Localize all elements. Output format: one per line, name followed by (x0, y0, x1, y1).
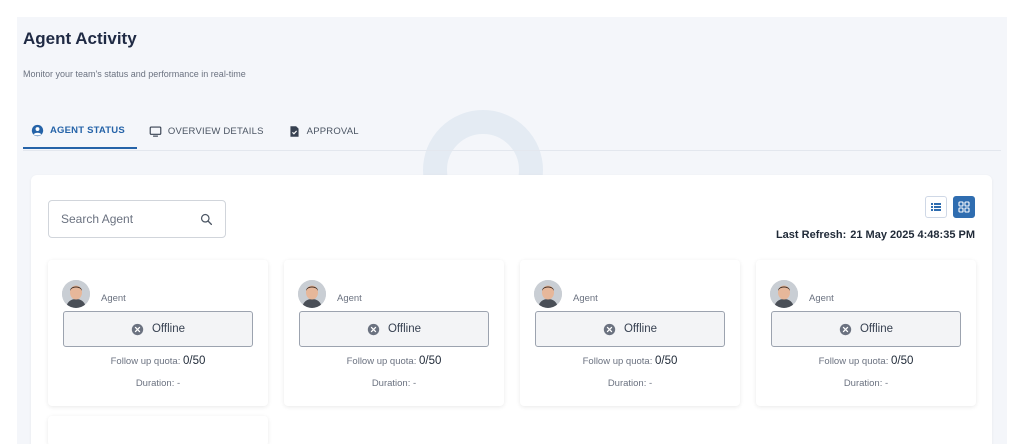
duration: Duration: - (48, 378, 268, 389)
status-label: Offline (859, 323, 894, 335)
duration-value: - (649, 378, 653, 389)
agent-name: Agent (101, 293, 126, 304)
last-refresh-value: 21 May 2025 4:48:35 PM (850, 229, 975, 241)
follow-up-quota: Follow up quota: 0/50 (520, 355, 740, 367)
duration-value: - (413, 378, 417, 389)
offline-icon (603, 323, 616, 335)
agent-name: Agent (573, 293, 598, 304)
document-check-icon (290, 125, 299, 137)
quota-value: 0/50 (418, 355, 442, 367)
quota-value: 0/50 (654, 355, 678, 367)
avatar (62, 280, 90, 308)
agent-avatar-icon (62, 280, 90, 308)
agent-name: Agent (809, 293, 834, 304)
offline-icon (839, 323, 852, 335)
quota-value: 0/50 (890, 355, 914, 367)
tab-bar: AGENT STATUS OVERVIEW DETAILS APPROVAL (23, 113, 371, 149)
status-label: Offline (151, 323, 186, 335)
agent-card[interactable]: Agent Offline Follow up quota: 0/50 Dura… (520, 260, 740, 406)
avatar (298, 280, 326, 308)
quota-label: Follow up quota: (346, 356, 417, 367)
grid-view-icon (958, 201, 970, 213)
duration-value: - (885, 378, 889, 389)
quota-value: 0/50 (182, 355, 206, 367)
tab-label: AGENT STATUS (50, 124, 125, 136)
follow-up-quota: Follow up quota: 0/50 (756, 355, 976, 367)
duration: Duration: - (520, 378, 740, 389)
tab-label: OVERVIEW DETAILS (167, 125, 264, 137)
agent-avatar-icon (770, 280, 798, 308)
tab-label: APPROVAL (306, 125, 359, 137)
offline-icon (131, 323, 144, 335)
status-button[interactable]: Offline (771, 311, 961, 347)
agent-card[interactable]: Agent Offline Follow up quota: 0/50 Dura… (756, 260, 976, 406)
duration-value: - (177, 378, 181, 389)
search-input[interactable] (61, 212, 181, 226)
tab-approval[interactable]: APPROVAL (276, 113, 371, 149)
status-label: Offline (387, 323, 422, 335)
agent-name: Agent (337, 293, 362, 304)
search-box (48, 200, 226, 238)
tab-overview-details[interactable]: OVERVIEW DETAILS (137, 113, 276, 149)
follow-up-quota: Follow up quota: 0/50 (284, 355, 504, 367)
avatar (534, 280, 562, 308)
last-refresh: Last Refresh: 21 May 2025 4:48:35 PM (776, 229, 975, 241)
follow-up-quota: Follow up quota: 0/50 (48, 355, 268, 367)
agent-avatar-icon (534, 280, 562, 308)
page-title: Agent Activity (23, 29, 137, 48)
status-label: Offline (623, 323, 658, 335)
agent-card[interactable]: Agent Offline Follow up quota: 0/50 Dura… (48, 260, 268, 406)
status-button[interactable]: Offline (535, 311, 725, 347)
avatar (770, 280, 798, 308)
status-button[interactable]: Offline (63, 311, 253, 347)
quota-label: Follow up quota: (818, 356, 889, 367)
agent-avatar-icon (298, 280, 326, 308)
monitor-icon (149, 125, 162, 137)
quota-label: Follow up quota: (110, 356, 181, 367)
view-toggle (925, 196, 975, 218)
tab-divider (23, 150, 1001, 151)
agent-activity-page: QUIROS Agent Activity Monitor your team'… (17, 17, 1007, 444)
user-circle-icon (31, 124, 44, 136)
search-icon[interactable] (200, 213, 213, 226)
list-view-icon (931, 203, 941, 211)
agent-card[interactable] (48, 416, 268, 444)
agent-card-grid: Agent Offline Follow up quota: 0/50 Dura… (48, 260, 976, 444)
duration: Duration: - (284, 378, 504, 389)
duration-label: Duration: (843, 378, 883, 389)
duration-label: Duration: (371, 378, 411, 389)
list-view-button[interactable] (925, 196, 947, 218)
agent-status-panel: Last Refresh: 21 May 2025 4:48:35 PM Age… (31, 175, 992, 444)
agent-card[interactable]: Agent Offline Follow up quota: 0/50 Dura… (284, 260, 504, 406)
duration-label: Duration: (135, 378, 175, 389)
duration: Duration: - (756, 378, 976, 389)
tab-agent-status[interactable]: AGENT STATUS (23, 113, 137, 149)
grid-view-button[interactable] (953, 196, 975, 218)
quota-label: Follow up quota: (582, 356, 653, 367)
page-subtitle: Monitor your team's status and performan… (23, 69, 246, 79)
duration-label: Duration: (607, 378, 647, 389)
offline-icon (367, 323, 380, 335)
last-refresh-label: Last Refresh: (775, 229, 847, 241)
status-button[interactable]: Offline (299, 311, 489, 347)
